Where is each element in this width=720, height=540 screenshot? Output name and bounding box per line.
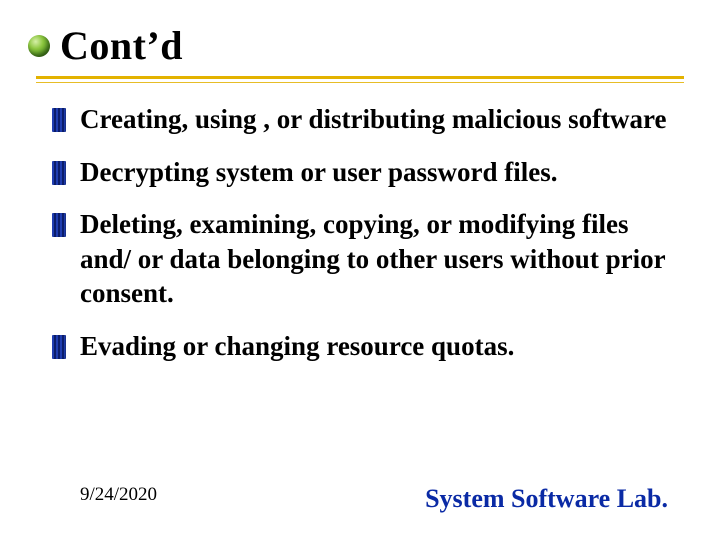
title-row: Cont’d: [28, 22, 183, 69]
slide-title: Cont’d: [60, 22, 183, 69]
list-item: Evading or changing resource quotas.: [52, 329, 680, 364]
bullet-icon: [52, 108, 66, 132]
slide: Cont’d Creating, using , or distributing…: [0, 0, 720, 540]
footer-date: 9/24/2020: [80, 484, 157, 514]
bullet-text: Decrypting system or user password files…: [80, 155, 557, 190]
footer-lab: System Software Lab.: [425, 484, 668, 514]
bullet-text: Evading or changing resource quotas.: [80, 329, 514, 364]
title-underline: [36, 74, 684, 84]
underline-thin: [36, 82, 684, 83]
body: Creating, using , or distributing malici…: [52, 102, 680, 381]
sphere-icon: [28, 35, 50, 57]
footer: 9/24/2020 System Software Lab.: [0, 484, 720, 514]
list-item: Decrypting system or user password files…: [52, 155, 680, 190]
bullet-text: Deleting, examining, copying, or modifyi…: [80, 207, 680, 311]
bullet-icon: [52, 213, 66, 237]
list-item: Creating, using , or distributing malici…: [52, 102, 680, 137]
bullet-icon: [52, 335, 66, 359]
bullet-icon: [52, 161, 66, 185]
list-item: Deleting, examining, copying, or modifyi…: [52, 207, 680, 311]
bullet-text: Creating, using , or distributing malici…: [80, 102, 667, 137]
underline-thick: [36, 76, 684, 79]
